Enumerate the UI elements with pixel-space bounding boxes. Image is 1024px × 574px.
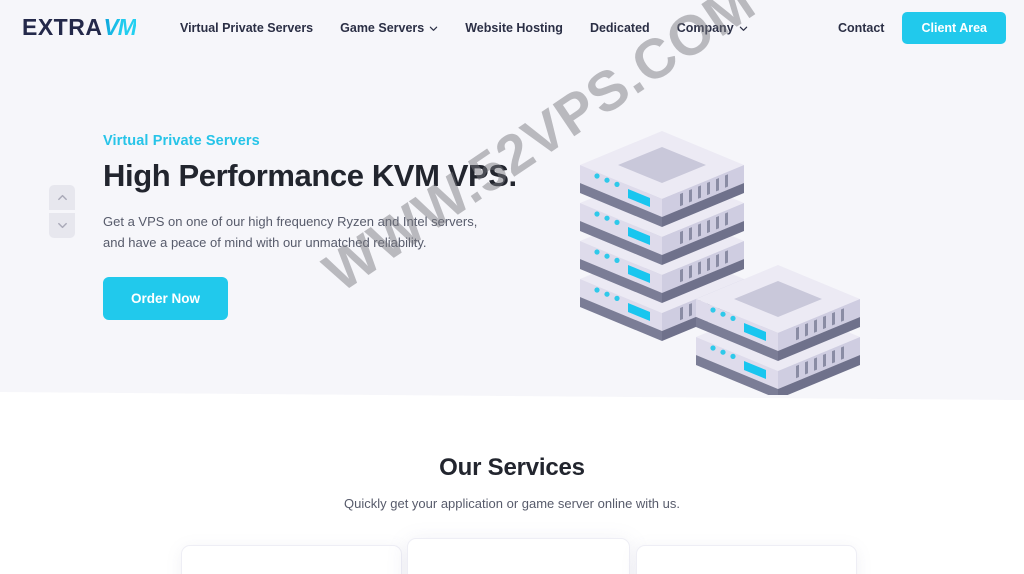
client-area-button[interactable]: Client Area: [902, 11, 1006, 44]
logo-text-primary: EXTRA: [22, 14, 103, 40]
hero-section: Virtual Private Servers High Performance…: [0, 55, 1024, 402]
nav-item-contact[interactable]: Contact: [838, 21, 885, 35]
page-root: EXTRA VM Virtual Private Servers Game Ser…: [0, 0, 1024, 574]
nav-right-group: Contact Client Area: [838, 11, 1006, 44]
services-section: Our Services Quickly get your applicatio…: [0, 402, 1024, 511]
nav-label: Game Servers: [340, 20, 425, 35]
services-card-row: [0, 534, 1024, 574]
nav-label: Website Hosting: [465, 20, 563, 35]
chevron-up-icon: [56, 191, 69, 204]
hero-text-block: Virtual Private Servers High Performance…: [103, 133, 523, 320]
nav-item-game-servers[interactable]: Game Servers: [340, 21, 438, 35]
nav-item-company[interactable]: Company: [677, 21, 748, 35]
service-card-center-featured[interactable]: [407, 538, 630, 574]
nav-label: Company: [676, 20, 734, 35]
hero-title: High Performance KVM VPS.: [103, 158, 517, 193]
services-title: Our Services: [439, 454, 585, 481]
hero-carousel-controls: [49, 185, 75, 238]
carousel-prev-button[interactable]: [49, 185, 75, 210]
site-logo[interactable]: EXTRA VM: [22, 14, 137, 40]
chevron-down-icon: [56, 219, 69, 232]
services-subtitle: Quickly get your application or game ser…: [344, 496, 680, 511]
carousel-next-button[interactable]: [49, 213, 75, 238]
primary-nav-links: Virtual Private Servers Game Servers Web…: [180, 21, 748, 35]
nav-item-website-hosting[interactable]: Website Hosting: [465, 21, 563, 35]
service-card-left[interactable]: [181, 545, 402, 574]
top-navigation-bar: EXTRA VM Virtual Private Servers Game Ser…: [0, 0, 1024, 55]
chevron-down-icon: [429, 24, 438, 33]
order-now-button[interactable]: Order Now: [103, 276, 229, 320]
nav-label: Virtual Private Servers: [179, 20, 314, 35]
logo-text-accent: VM: [103, 14, 136, 40]
service-card-right[interactable]: [636, 545, 857, 574]
nav-item-virtual-private-servers[interactable]: Virtual Private Servers: [180, 21, 313, 35]
nav-label: Dedicated: [589, 20, 650, 35]
server-stack-illustration: [570, 85, 890, 395]
hero-eyebrow: Virtual Private Servers: [103, 133, 260, 149]
chevron-down-icon: [739, 24, 748, 33]
hero-subtitle: Get a VPS on one of our high frequency R…: [103, 213, 478, 250]
nav-item-dedicated[interactable]: Dedicated: [590, 21, 650, 35]
